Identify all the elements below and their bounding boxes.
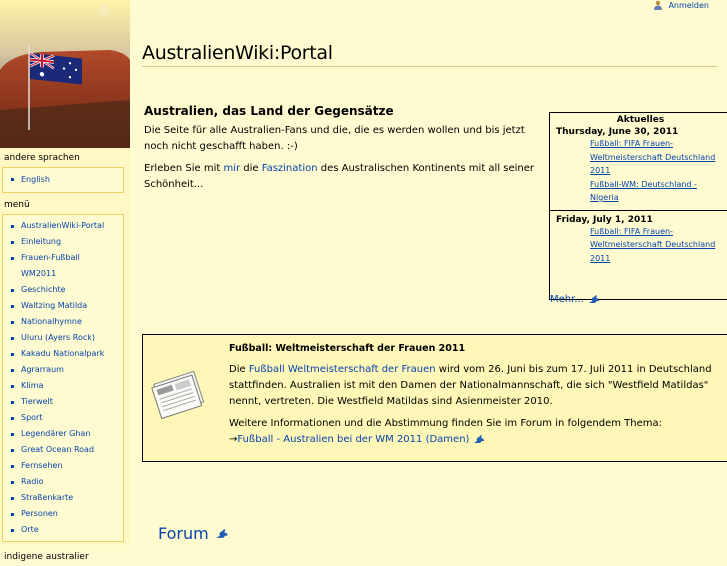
login-label: Anmelden <box>668 0 709 10</box>
menu-item[interactable]: Great Ocean Road <box>11 442 123 458</box>
menu-item[interactable]: Sport <box>11 410 123 426</box>
menu-item[interactable]: Fernsehen <box>11 458 123 474</box>
menu-item[interactable]: Nationalhymne <box>11 314 123 330</box>
menu-item[interactable]: Legendärer Ghan <box>11 426 123 442</box>
login-link[interactable]: Anmelden <box>653 0 709 10</box>
page-title: AustralienWiki:Portal <box>142 42 333 64</box>
news-date: Thursday, June 30, 2011 <box>556 127 679 137</box>
news-box: Aktuelles Thursday, June 30, 2011 Fußbal… <box>549 112 727 305</box>
menu-item[interactable]: Klima <box>11 378 123 394</box>
football-box: Fußball: Weltmeisterschaft der Frauen 20… <box>142 334 727 462</box>
wm-link[interactable]: Fußball Weltmeisterschaft der Frauen <box>249 364 436 375</box>
football-paragraph-2: Weitere Informationen und die Abstimmung… <box>229 418 663 445</box>
title-divider <box>142 66 717 67</box>
kangaroo-icon <box>216 528 228 538</box>
uluru-flag-image <box>0 0 130 148</box>
news-link[interactable]: Fußball-WM: Deutschland - Nigeria <box>550 178 727 205</box>
top-bar: Anmelden <box>130 0 727 30</box>
menu-item[interactable]: Kakadu Nationalpark <box>11 346 123 362</box>
languages-heading: andere sprachen <box>4 153 80 163</box>
football-paragraph: Die Fußball Weltmeisterschaft der Frauen… <box>229 364 712 407</box>
news-more-link[interactable]: Mehr... <box>550 294 600 305</box>
language-link-english[interactable]: English <box>11 171 123 189</box>
menu-item[interactable]: Agrarraum <box>11 362 123 378</box>
intro-heading: Australien, das Land der Gegensätze <box>144 104 394 118</box>
menu-item[interactable]: Einleitung <box>11 234 123 250</box>
menu-item[interactable]: Geschichte <box>11 282 123 298</box>
menu-item[interactable]: Waltzing Matilda <box>11 298 123 314</box>
intro-paragraph: Die Seite für alle Australien-Fans und d… <box>144 125 525 152</box>
languages-box: English <box>2 167 124 193</box>
main-content: AustralienWiki:Portal Australien, das La… <box>130 30 727 545</box>
news-date: Friday, July 1, 2011 <box>556 214 653 225</box>
news-link[interactable]: Fußball: FIFA Frauen-Weltmeisterschaft D… <box>550 137 727 178</box>
news-divider <box>550 209 727 211</box>
menu-item[interactable]: Radio <box>11 474 123 490</box>
faszination-link[interactable]: Faszination <box>262 163 318 174</box>
news-heading: Aktuelles <box>616 115 665 125</box>
menu-item[interactable]: Uluru (Ayers Rock) <box>11 330 123 346</box>
site-logo[interactable] <box>0 0 130 148</box>
football-heading: Fußball: Weltmeisterschaft der Frauen 20… <box>229 343 466 354</box>
newspaper-icon <box>151 370 205 419</box>
menu-item[interactable]: Tierwelt <box>11 394 123 410</box>
menu-item[interactable]: AustralienWiki-Portal <box>11 218 123 234</box>
mir-link[interactable]: mir <box>223 163 240 174</box>
news-link[interactable]: Fußball: FIFA Frauen-Weltmeisterschaft D… <box>550 225 727 266</box>
menu-item[interactable]: Straßenkarte <box>11 490 123 506</box>
intro-paragraph-2: Erleben Sie mit mir die Faszination des … <box>144 163 535 190</box>
forum-link[interactable]: Forum <box>158 524 229 543</box>
indigenous-heading: indigene australier <box>4 552 89 562</box>
menu-item[interactable]: Frauen-Fußball WM2011 <box>11 250 123 282</box>
menu-item[interactable]: Orte <box>11 522 123 538</box>
menu-box: AustralienWiki-Portal Einleitung Frauen-… <box>2 214 124 542</box>
menu-heading: menü <box>4 200 30 210</box>
sidebar: andere sprachen English menü AustralienW… <box>0 148 130 562</box>
forum-topic-link[interactable]: Fußball - Australien bei der WM 2011 (Da… <box>237 434 469 445</box>
kangaroo-icon <box>473 434 484 443</box>
menu-item[interactable]: Personen <box>11 506 123 522</box>
kangaroo-icon <box>588 295 599 303</box>
user-icon <box>654 0 663 10</box>
